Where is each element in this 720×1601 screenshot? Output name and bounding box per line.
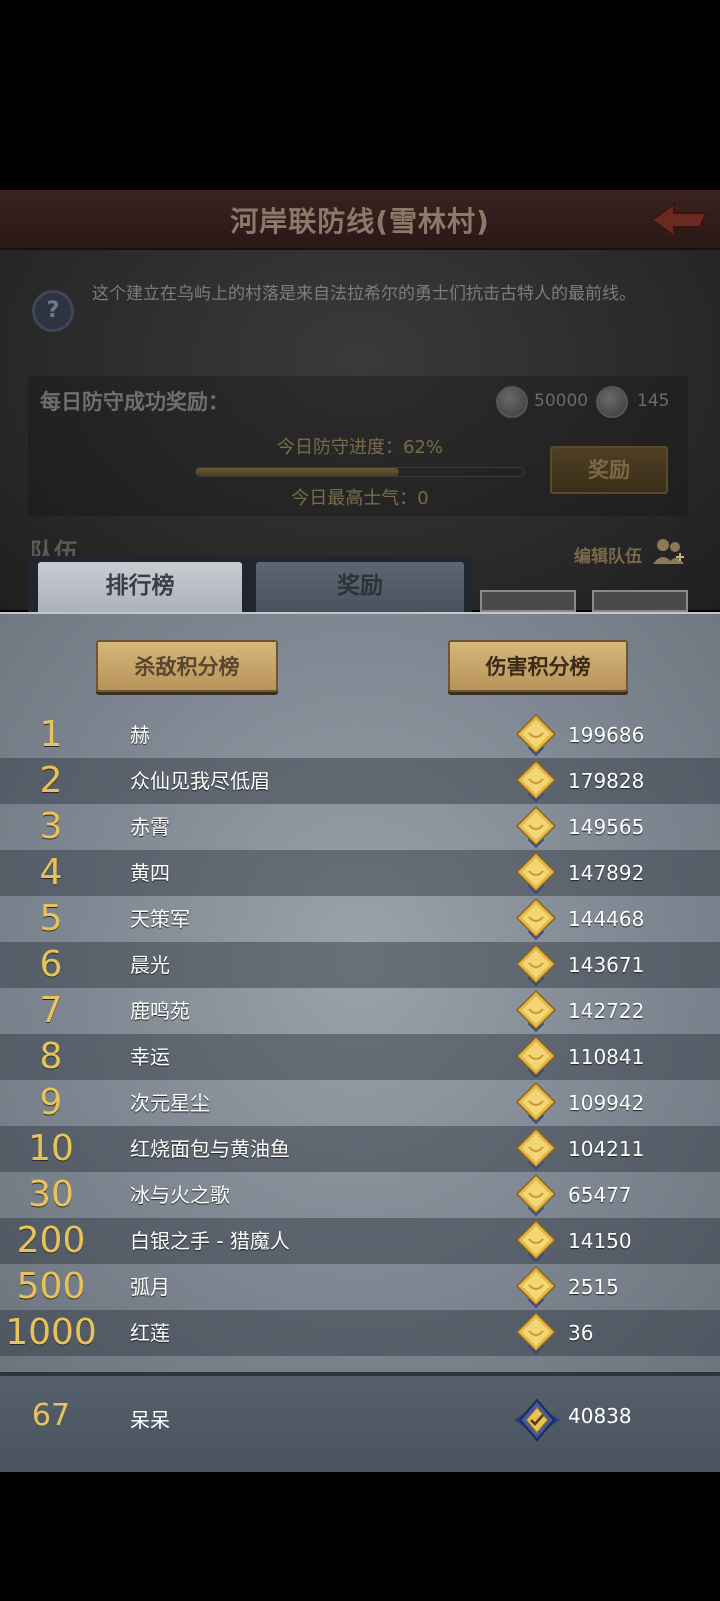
score-medal-icon (514, 943, 558, 988)
score-medal-icon (514, 1081, 558, 1126)
rank-number: 200 (16, 1220, 86, 1261)
damage-score-ranking-button[interactable]: 伤害积分榜 (448, 640, 628, 692)
stone-icon (596, 386, 628, 418)
my-rank: 67 (31, 1398, 71, 1433)
player-name: 鹿鸣苑 (130, 999, 190, 1023)
table-row[interactable]: 10 红烧面包与黄油鱼 104211 (0, 1126, 720, 1172)
table-row[interactable]: 2 众仙见我尽低眉 179828 (0, 758, 720, 804)
rank-number: 6 (39, 944, 63, 985)
player-score: 149565 (568, 815, 645, 839)
silver-coin-icon (496, 386, 528, 418)
score-medal-icon (514, 1265, 558, 1310)
player-name: 红烧面包与黄油鱼 (130, 1137, 290, 1161)
rank-number: 7 (39, 990, 63, 1031)
table-row[interactable]: 30 冰与火之歌 65477 (0, 1172, 720, 1218)
rank-number: 30 (28, 1174, 74, 1215)
rank-number: 5 (39, 898, 63, 939)
morale-label: 今日最高士气：0 (291, 488, 429, 509)
player-score: 14150 (568, 1229, 632, 1253)
table-row[interactable]: 3 赤霄 149565 (0, 804, 720, 850)
rank-badge-icon (514, 1398, 560, 1442)
player-score: 179828 (568, 769, 645, 793)
player-score: 65477 (568, 1183, 632, 1207)
player-name: 白银之手 - 猎魔人 (130, 1229, 290, 1253)
player-name: 红莲 (130, 1321, 170, 1345)
rank-number: 8 (39, 1036, 63, 1077)
score-medal-icon (514, 1035, 558, 1080)
player-score: 144468 (568, 907, 645, 931)
player-score: 110841 (568, 1045, 645, 1069)
score-medal-icon (514, 713, 558, 758)
hero-portrait (480, 590, 576, 612)
player-name: 弧月 (130, 1275, 170, 1299)
reward-value: 145 (637, 391, 670, 411)
table-row[interactable]: 6 晨光 143671 (0, 942, 720, 988)
table-row[interactable]: 5 天策军 144468 (0, 896, 720, 942)
table-row[interactable]: 1 赫 199686 (0, 712, 720, 758)
score-medal-icon (514, 1127, 558, 1172)
claim-reward-button[interactable]: 奖励 (550, 446, 668, 494)
rank-number: 3 (39, 806, 63, 847)
tab-leaderboard[interactable]: 排行榜 (38, 562, 242, 616)
player-score: 199686 (568, 723, 645, 747)
reward-value: 50000 (534, 391, 589, 411)
defense-progress-label: 今日防守进度：62% (276, 437, 443, 458)
location-description: 这个建立在乌屿上的村落是来自法拉希尔的勇士们抗击古特人的最前线。 (92, 284, 636, 304)
player-score: 2515 (568, 1275, 619, 1299)
player-score: 143671 (568, 953, 645, 977)
my-name: 呆呆 (130, 1408, 170, 1432)
rank-number: 1 (39, 714, 63, 755)
table-row[interactable]: 1000 红莲 36 (0, 1310, 720, 1356)
player-name: 黄四 (130, 861, 170, 885)
back-arrow-icon[interactable] (648, 200, 710, 240)
kill-score-ranking-button[interactable]: 杀敌积分榜 (96, 640, 278, 692)
rank-number: 4 (39, 852, 63, 893)
help-icon[interactable]: ? (32, 290, 74, 332)
rank-number: 500 (16, 1266, 86, 1307)
player-name: 赫 (130, 723, 150, 747)
player-score: 147892 (568, 861, 645, 885)
rank-number: 1000 (5, 1312, 97, 1353)
daily-reward-label: 每日防守成功奖励： (40, 390, 229, 414)
score-medal-icon (514, 1311, 558, 1356)
progress-fill (196, 468, 400, 476)
score-medal-icon (514, 897, 558, 942)
table-row[interactable]: 8 幸运 110841 (0, 1034, 720, 1080)
edit-team-button[interactable]: 编辑队伍 (574, 542, 642, 567)
player-score: 142722 (568, 999, 645, 1023)
table-row[interactable]: 4 黄四 147892 (0, 850, 720, 896)
table-row[interactable]: 500 弧月 2515 (0, 1264, 720, 1310)
player-name: 众仙见我尽低眉 (130, 769, 270, 793)
score-medal-icon (514, 1173, 558, 1218)
player-score: 104211 (568, 1137, 645, 1161)
status-bar-area (0, 0, 720, 190)
score-medal-icon (514, 759, 558, 804)
defense-progress-bar (195, 467, 525, 477)
rank-number: 2 (39, 760, 63, 801)
tab-rewards[interactable]: 奖励 (256, 562, 464, 612)
score-medal-icon (514, 851, 558, 896)
table-row[interactable]: 9 次元星尘 109942 (0, 1080, 720, 1126)
player-name: 赤霄 (130, 815, 170, 839)
hero-portrait (592, 590, 688, 612)
player-name: 冰与火之歌 (130, 1183, 230, 1207)
table-row[interactable]: 7 鹿鸣苑 142722 (0, 988, 720, 1034)
table-row[interactable]: 200 白银之手 - 猎魔人 14150 (0, 1218, 720, 1264)
score-medal-icon (514, 989, 558, 1034)
page-title: 河岸联防线(雪林村) (230, 205, 490, 238)
player-name: 次元星尘 (130, 1091, 210, 1115)
player-name: 幸运 (130, 1045, 170, 1069)
team-edit-icon[interactable] (652, 536, 686, 566)
player-name: 晨光 (130, 953, 170, 977)
player-score: 36 (568, 1321, 594, 1345)
player-score: 109942 (568, 1091, 645, 1115)
rank-number: 10 (28, 1128, 74, 1169)
player-name: 天策军 (130, 907, 190, 931)
my-score: 40838 (568, 1404, 632, 1428)
leaderboard-list: 1 赫 199686 2 众仙见我尽低眉 179828 3 赤霄 149565 4 黄四 147892… (0, 712, 720, 1356)
rank-number: 9 (39, 1082, 63, 1123)
score-medal-icon (514, 1219, 558, 1264)
navigation-bar-area (0, 1472, 720, 1601)
score-medal-icon (514, 805, 558, 850)
